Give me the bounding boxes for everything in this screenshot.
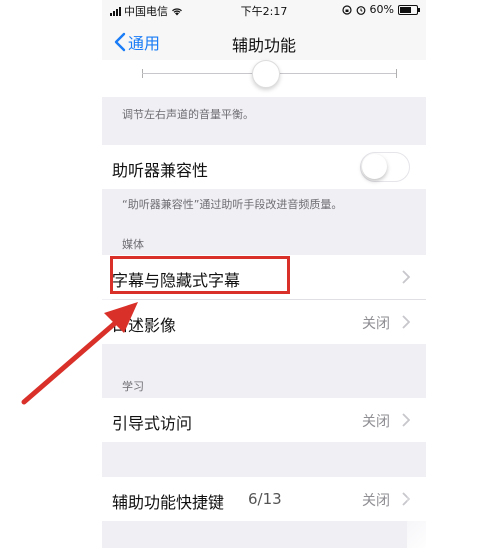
chevron-right-icon bbox=[402, 413, 410, 427]
media-section-header: 媒体 bbox=[122, 238, 144, 251]
audio-descriptions-label: 口述影像 bbox=[112, 316, 177, 335]
balance-slider-thumb[interactable] bbox=[252, 60, 280, 88]
audio-descriptions-row[interactable]: 口述影像 关闭 bbox=[102, 300, 426, 344]
status-right: 60% bbox=[341, 3, 420, 16]
toggle-knob bbox=[362, 154, 387, 179]
alarm-icon bbox=[356, 5, 365, 15]
guided-access-value: 关闭 bbox=[362, 414, 390, 430]
lock-rotation-icon bbox=[341, 4, 352, 15]
learning-section-header: 学习 bbox=[122, 380, 144, 393]
subtitles-captions-row[interactable]: 字幕与隐藏式字幕 bbox=[102, 255, 426, 299]
audio-descriptions-value: 关闭 bbox=[362, 316, 390, 332]
hearing-aid-footnote: “助听器兼容性”通过助听手段改进音频质量。 bbox=[122, 198, 343, 211]
balance-footnote: 调节左右声道的音量平衡。 bbox=[122, 108, 254, 121]
accessibility-shortcut-row[interactable]: 辅助功能快捷键 6/13 关闭 bbox=[102, 477, 426, 521]
battery-percent: 60% bbox=[369, 3, 394, 16]
guided-access-label: 引导式访问 bbox=[112, 414, 193, 433]
guided-access-row[interactable]: 引导式访问 关闭 bbox=[102, 398, 426, 442]
chevron-right-icon bbox=[402, 270, 410, 284]
chevron-right-icon bbox=[402, 492, 410, 506]
accessibility-shortcut-value: 关闭 bbox=[362, 493, 390, 509]
hearing-aid-label: 助听器兼容性 bbox=[112, 161, 209, 180]
balance-slider-cell bbox=[102, 60, 426, 97]
accessibility-shortcut-count: 6/13 bbox=[248, 490, 282, 508]
page-title: 辅助功能 bbox=[231, 36, 296, 55]
status-bar: 中国电信 下午2:17 60% bbox=[102, 0, 426, 20]
subtitles-captions-label: 字幕与隐藏式字幕 bbox=[112, 271, 241, 290]
chevron-right-icon bbox=[402, 315, 410, 329]
phone-screen: 中国电信 下午2:17 60% 通用 辅助功能 调节左右声道的音量平衡。 助听器… bbox=[102, 0, 426, 548]
battery-icon bbox=[398, 4, 420, 15]
hearing-aid-toggle[interactable] bbox=[360, 152, 410, 182]
nav-bar: 通用 辅助功能 bbox=[102, 20, 426, 64]
accessibility-shortcut-label: 辅助功能快捷键 bbox=[112, 493, 225, 512]
hearing-aid-cell: 助听器兼容性 bbox=[102, 145, 426, 189]
slider-tick-right bbox=[396, 69, 397, 78]
